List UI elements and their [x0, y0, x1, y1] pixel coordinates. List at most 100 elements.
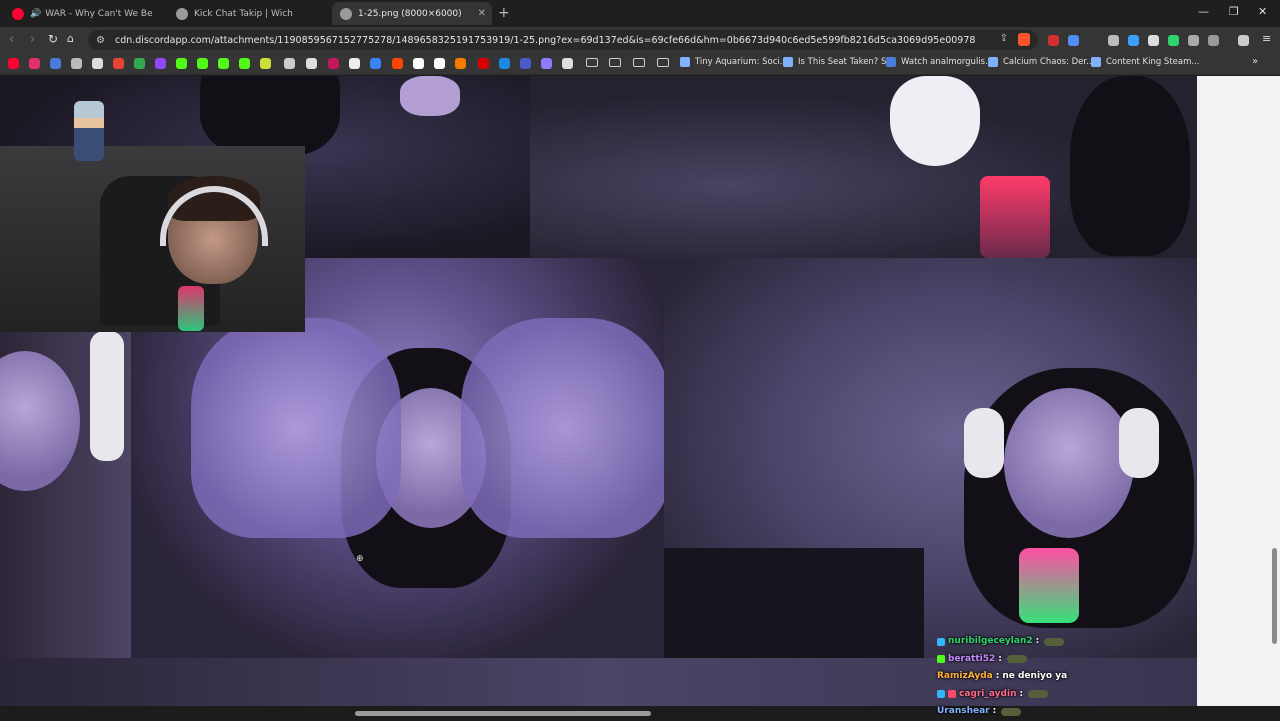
globe-icon	[340, 7, 352, 20]
url-text[interactable]: cdn.discordapp.com/attachments/119085956…	[115, 35, 975, 46]
youtube-icon[interactable]	[8, 58, 19, 69]
extension-icon[interactable]	[1148, 35, 1159, 46]
steam-icon	[783, 57, 793, 67]
kick-extension-icon[interactable]	[1168, 35, 1179, 46]
bookmarks-bar: Tiny Aquarium: Soci... Is This Seat Take…	[0, 53, 1280, 75]
folder-icon[interactable]	[609, 58, 621, 67]
vertical-scrollbar-thumb[interactable]	[1272, 548, 1277, 644]
restore-button[interactable]: ❐	[1229, 5, 1239, 18]
chat-text: ne deniyo ya	[1002, 671, 1068, 681]
folder-icon[interactable]	[586, 58, 598, 67]
globe-icon	[176, 7, 188, 20]
bookmark-icon[interactable]	[328, 58, 339, 69]
folder-icon[interactable]	[657, 58, 669, 67]
sidebar-icon[interactable]	[1208, 35, 1219, 46]
chat-username: RamizAyda	[937, 671, 993, 681]
photo-headset	[90, 331, 124, 461]
chat-message: Uranshear :	[937, 703, 1197, 721]
reload-icon[interactable]: ↻	[48, 32, 58, 46]
tab-strip: 🔊 WAR - Why Can't We Be Friends? Kick Ch…	[0, 0, 1280, 27]
tab-kick-chat[interactable]: Kick Chat Takip | Wich	[168, 2, 328, 25]
site-info-icon[interactable]: ⚙	[96, 35, 105, 46]
close-window-button[interactable]: ✕	[1258, 5, 1267, 18]
bookmark-item[interactable]: Calcium Chaos: Der...	[988, 57, 1094, 67]
gmail-icon[interactable]	[113, 58, 124, 69]
tab-youtube[interactable]: 🔊 WAR - Why Can't We Be Friends?	[4, 2, 164, 25]
kick-icon[interactable]	[176, 58, 187, 69]
photo-hair	[200, 76, 340, 156]
badge-icon	[948, 690, 956, 699]
drive-icon[interactable]	[134, 58, 145, 69]
tab-title: Kick Chat Takip | Wich	[194, 8, 293, 19]
instagram-icon[interactable]	[29, 58, 40, 69]
audio-extension-icon[interactable]	[1068, 35, 1079, 46]
bookmark-item[interactable]: Is This Seat Taken? S...	[783, 57, 895, 67]
address-bar[interactable]: ⚙ cdn.discordapp.com/attachments/1190859…	[88, 30, 1038, 50]
bookmark-icon[interactable]	[260, 58, 271, 69]
chat-username: nuribilgeceylan2	[948, 636, 1033, 646]
kick-icon[interactable]	[197, 58, 208, 69]
photo-hand	[461, 318, 664, 538]
bookmark-icon[interactable]	[455, 58, 466, 69]
reddit-icon[interactable]	[392, 58, 403, 69]
media-icon[interactable]	[1238, 35, 1249, 46]
kick-icon[interactable]	[239, 58, 250, 69]
close-tab-icon[interactable]: ✕	[478, 8, 486, 19]
twitch-icon[interactable]	[155, 58, 166, 69]
bookmark-icon[interactable]	[71, 58, 82, 69]
photo-face	[0, 351, 80, 491]
bookmark-icon[interactable]	[499, 58, 510, 69]
extension-icon[interactable]	[1128, 35, 1139, 46]
extension-icon[interactable]	[1108, 35, 1119, 46]
back-icon[interactable]: ‹	[9, 32, 14, 47]
photo-hair	[1070, 76, 1190, 256]
photo-tile	[0, 331, 131, 658]
steam-icon	[988, 57, 998, 67]
puzzle-icon[interactable]	[1188, 35, 1199, 46]
youtube-icon	[12, 7, 24, 20]
bookmark-item[interactable]: Watch analmorgulis...	[886, 57, 993, 67]
minimize-button[interactable]: —	[1198, 5, 1209, 18]
image-viewer[interactable]: ⊕	[0, 76, 1197, 706]
streamer-microphone	[178, 286, 204, 331]
bookmark-item[interactable]: Tiny Aquarium: Soci...	[680, 57, 788, 67]
bookmark-icon	[886, 57, 896, 67]
bookmark-icon[interactable]	[413, 58, 424, 69]
bookmark-icon[interactable]	[541, 58, 552, 69]
more-bookmarks-icon[interactable]: »	[1252, 56, 1258, 67]
bookmark-icon[interactable]	[306, 58, 317, 69]
forward-icon[interactable]: ›	[30, 32, 35, 47]
speaker-icon[interactable]: 🔊	[30, 9, 41, 19]
chat-username: Uranshear	[937, 706, 990, 716]
photo-microphone	[1019, 548, 1079, 623]
bookmark-icon[interactable]	[478, 58, 489, 69]
new-tab-button[interactable]: +	[498, 5, 510, 21]
brave-shields-icon[interactable]	[1018, 33, 1030, 46]
translate-icon[interactable]	[50, 58, 61, 69]
photo-headset	[964, 408, 1004, 478]
photo-headset	[1119, 408, 1159, 478]
bookmark-icon[interactable]: ⌂	[67, 32, 74, 45]
zoom-cursor-icon: ⊕	[356, 554, 364, 564]
bookmark-icon[interactable]	[370, 58, 381, 69]
horizontal-scrollbar-thumb[interactable]	[355, 711, 651, 716]
bookmark-icon[interactable]	[284, 58, 295, 69]
folder-icon[interactable]	[633, 58, 645, 67]
ublock-icon[interactable]	[1048, 35, 1059, 46]
x-icon[interactable]	[349, 58, 360, 69]
photo-arm	[400, 76, 460, 116]
bookmark-icon[interactable]	[434, 58, 445, 69]
photo-mug	[890, 76, 980, 166]
bookmark-icon[interactable]	[92, 58, 103, 69]
bookmark-icon[interactable]	[562, 58, 573, 69]
kick-icon[interactable]	[218, 58, 229, 69]
emote-icon	[1028, 690, 1049, 699]
chat-message: beratti52 :	[937, 651, 1197, 669]
steam-icon	[680, 57, 690, 67]
bookmark-icon[interactable]	[520, 58, 531, 69]
tab-image[interactable]: 1-25.png (8000×6000) ✕	[332, 2, 492, 25]
menu-icon[interactable]: ≡	[1262, 32, 1271, 45]
tab-title: WAR - Why Can't We Be Friends?	[45, 8, 155, 19]
share-icon[interactable]: ⇪	[1000, 33, 1008, 44]
bookmark-item[interactable]: Content King Steam...	[1091, 57, 1199, 67]
